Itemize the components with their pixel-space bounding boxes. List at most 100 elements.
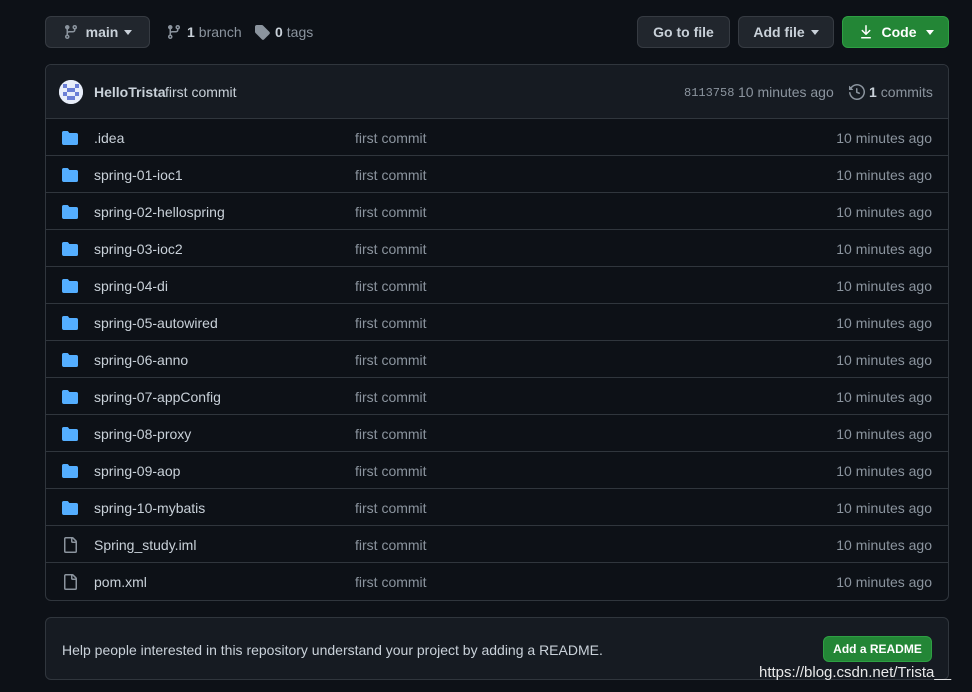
folder-icon xyxy=(62,315,78,331)
file-commit-time: 10 minutes ago xyxy=(836,241,932,257)
file-name-link[interactable]: spring-08-proxy xyxy=(94,426,191,442)
download-icon xyxy=(860,25,871,39)
file-list: .idea first commit 10 minutes ago spring-01… xyxy=(46,119,948,600)
file-commit-time: 10 minutes ago xyxy=(836,130,932,146)
file-commit-time: 10 minutes ago xyxy=(836,278,932,294)
go-to-file-button[interactable]: Go to file xyxy=(637,16,730,48)
file-name-link[interactable]: spring-03-ioc2 xyxy=(94,241,183,257)
file-name-link[interactable]: Spring_study.iml xyxy=(94,537,196,553)
file-commit-message[interactable]: first commit xyxy=(355,204,427,220)
file-row[interactable]: spring-08-proxy first commit 10 minutes ag… xyxy=(46,415,948,452)
folder-icon xyxy=(62,204,78,220)
file-commit-message[interactable]: first commit xyxy=(355,426,427,442)
file-name-link[interactable]: spring-06-anno xyxy=(94,352,188,368)
file-row[interactable]: spring-05-autowired first commit 10 minute… xyxy=(46,304,948,341)
file-commit-time: 10 minutes ago xyxy=(836,389,932,405)
code-label: Code xyxy=(881,24,917,40)
tag-count: 0 xyxy=(275,24,283,40)
file-name-link[interactable]: spring-05-autowired xyxy=(94,315,218,331)
file-name-link[interactable]: pom.xml xyxy=(94,574,147,590)
file-commit-time: 10 minutes ago xyxy=(836,352,932,368)
add-readme-button[interactable]: Add a README xyxy=(823,636,932,662)
file-commit-time: 10 minutes ago xyxy=(836,537,932,553)
file-commit-time: 10 minutes ago xyxy=(836,463,932,479)
folder-icon xyxy=(62,167,78,183)
tag-label: tags xyxy=(286,24,314,40)
caret-down-icon xyxy=(810,29,819,35)
folder-icon xyxy=(62,426,78,442)
file-commit-time: 10 minutes ago xyxy=(836,426,932,442)
folder-icon xyxy=(62,500,78,516)
commit-time: 10 minutes ago xyxy=(738,84,834,100)
avatar[interactable] xyxy=(59,80,83,104)
file-icon xyxy=(62,537,78,553)
folder-icon xyxy=(62,278,78,294)
file-commit-message[interactable]: first commit xyxy=(355,574,427,590)
file-row[interactable]: spring-02-hellospring first commit 10 minu… xyxy=(46,193,948,230)
file-commit-time: 10 minutes ago xyxy=(836,574,932,590)
file-row[interactable]: Spring_study.iml first commit 10 minutes a… xyxy=(46,526,948,563)
file-commit-message[interactable]: first commit xyxy=(355,352,427,368)
file-commit-message[interactable]: first commit xyxy=(355,241,427,257)
commit-author[interactable]: HelloTrista xyxy=(94,84,166,100)
caret-down-icon xyxy=(124,29,133,35)
file-row[interactable]: .idea first commit 10 minutes ago xyxy=(46,119,948,156)
add-file-button[interactable]: Add file xyxy=(738,16,834,48)
file-commit-message[interactable]: first commit xyxy=(355,167,427,183)
file-name-link[interactable]: spring-04-di xyxy=(94,278,168,294)
file-name-link[interactable]: spring-02-hellospring xyxy=(94,204,225,220)
file-row[interactable]: spring-06-anno first commit 10 minutes ago xyxy=(46,341,948,378)
file-name-link[interactable]: spring-07-appConfig xyxy=(94,389,221,405)
tag-icon xyxy=(255,25,270,40)
branch-select-button[interactable]: main xyxy=(45,16,150,48)
branches-link[interactable]: 1 branch xyxy=(166,16,242,48)
file-commit-message[interactable]: first commit xyxy=(355,463,427,479)
file-commit-time: 10 minutes ago xyxy=(836,167,932,183)
folder-icon xyxy=(62,241,78,257)
history-icon xyxy=(849,84,865,100)
commit-count-label: commits xyxy=(880,84,933,100)
file-commit-time: 10 minutes ago xyxy=(836,204,932,220)
code-button[interactable]: Code xyxy=(842,16,949,48)
file-commit-message[interactable]: first commit xyxy=(355,130,427,146)
file-commit-time: 10 minutes ago xyxy=(836,500,932,516)
file-name-link[interactable]: spring-01-ioc1 xyxy=(94,167,183,183)
folder-icon xyxy=(62,389,78,405)
branch-count: 1 xyxy=(187,24,195,40)
repo-toolbar: main 1 branch 0 tags Go to file Add file… xyxy=(45,16,949,48)
folder-icon xyxy=(62,130,78,146)
file-commit-message[interactable]: first commit xyxy=(355,537,427,553)
git-branch-icon xyxy=(167,25,180,40)
branch-label: branch xyxy=(198,24,242,40)
file-browser: HelloTrista first commit 8113758 10 minu… xyxy=(45,64,949,601)
file-row[interactable]: spring-04-di first commit 10 minutes ago xyxy=(46,267,948,304)
file-commit-time: 10 minutes ago xyxy=(836,315,932,331)
watermark: https://blog.csdn.net/Trista__ xyxy=(759,664,952,681)
commit-message[interactable]: first commit xyxy=(165,84,237,100)
file-commit-message[interactable]: first commit xyxy=(355,278,427,294)
file-commit-message[interactable]: first commit xyxy=(355,315,427,331)
caret-down-icon xyxy=(925,29,934,35)
folder-icon xyxy=(62,352,78,368)
git-branch-icon xyxy=(64,25,77,40)
add-file-label: Add file xyxy=(753,24,805,40)
commit-history-link[interactable]: 1 commits xyxy=(849,84,933,100)
file-row[interactable]: spring-09-aop first commit 10 minutes ago xyxy=(46,452,948,489)
file-name-link[interactable]: spring-09-aop xyxy=(94,463,180,479)
branch-name: main xyxy=(85,24,119,40)
file-icon xyxy=(62,574,78,590)
file-commit-message[interactable]: first commit xyxy=(355,389,427,405)
readme-prompt-text: Help people interested in this repositor… xyxy=(62,642,603,658)
file-commit-message[interactable]: first commit xyxy=(355,500,427,516)
file-name-link[interactable]: spring-10-mybatis xyxy=(94,500,205,516)
file-row[interactable]: spring-03-ioc2 first commit 10 minutes ago xyxy=(46,230,948,267)
latest-commit-bar: HelloTrista first commit 8113758 10 minu… xyxy=(46,65,948,119)
commit-count: 1 xyxy=(869,84,877,100)
commit-sha[interactable]: 8113758 xyxy=(684,86,734,100)
file-row[interactable]: spring-10-mybatis first commit 10 minutes … xyxy=(46,489,948,526)
file-row[interactable]: spring-07-appConfig first commit 10 minute… xyxy=(46,378,948,415)
tags-link[interactable]: 0 tags xyxy=(254,16,313,48)
file-name-link[interactable]: .idea xyxy=(94,130,124,146)
file-row[interactable]: spring-01-ioc1 first commit 10 minutes ago xyxy=(46,156,948,193)
file-row[interactable]: pom.xml first commit 10 minutes ago xyxy=(46,563,948,600)
